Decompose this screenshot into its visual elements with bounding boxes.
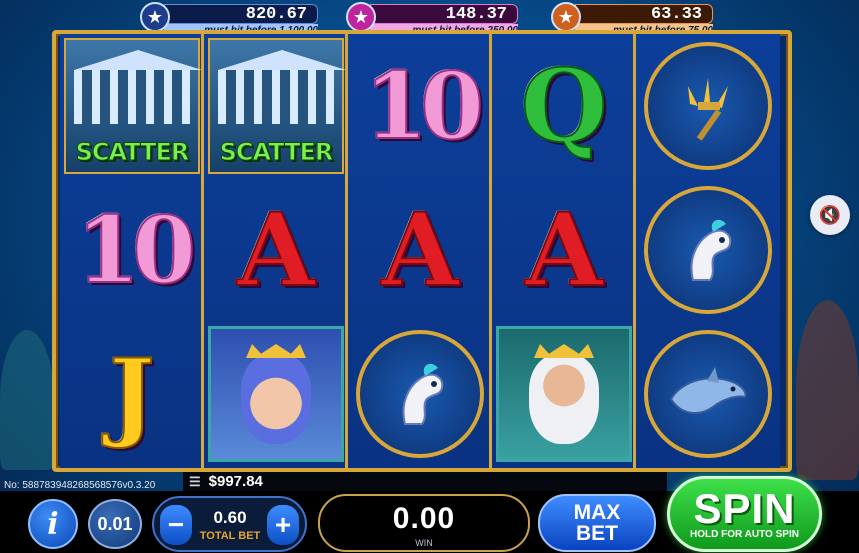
symbol-jack: J [60, 322, 204, 466]
symbol-scatter: SCATTER [60, 34, 204, 178]
symbol-poseidon [492, 322, 636, 466]
spin-label: SPIN [693, 484, 796, 532]
total-bet-label: TOTAL BET [199, 530, 261, 542]
symbol-value: A [524, 190, 604, 310]
reel-grid: SCATTER 10 J SCATTER A 10 A Q A [52, 30, 792, 472]
scatter-label: SCATTER [75, 138, 190, 167]
symbol-seahorse [348, 322, 492, 466]
balance-bar: ☰ $997.84 [183, 472, 667, 491]
max-bet-button[interactable]: MAX BET [538, 494, 656, 552]
symbol-ten: 10 [60, 178, 204, 322]
win-value: 0.00 [392, 502, 456, 535]
jackpot-blue-value: 820.67 [164, 4, 318, 24]
coin-value: 0.01 [97, 513, 133, 534]
temple-icon: SCATTER [208, 38, 346, 174]
jackpot-pink-value: 148.37 [370, 4, 518, 24]
star-icon: ★ [140, 2, 170, 32]
sound-toggle-button[interactable]: 🔇 [810, 195, 850, 235]
symbol-ace: A [204, 178, 348, 322]
star-icon: ★ [551, 2, 581, 32]
symbol-value: A [380, 190, 460, 310]
symbol-ace: A [492, 178, 636, 322]
symbol-value: Q [519, 46, 608, 166]
symbol-scatter: SCATTER [204, 34, 348, 178]
trident-icon [644, 42, 772, 170]
win-display: 0.00 WIN [318, 494, 530, 552]
reel-5 [636, 34, 780, 468]
max-bet-label-line1: MAX [573, 501, 621, 524]
coin-stack-icon: ☰ [189, 473, 201, 489]
reel-4: Q A [492, 34, 636, 468]
reel-3: 10 A [348, 34, 492, 468]
scatter-label: SCATTER [219, 138, 334, 167]
info-button[interactable]: i [28, 499, 78, 549]
coral-right-decor [796, 300, 859, 480]
total-bet-control: − 0.60 TOTAL BET + [152, 496, 307, 552]
star-icon: ★ [346, 2, 376, 32]
max-bet-label-line2: BET [576, 522, 618, 545]
symbol-value: 10 [363, 51, 485, 161]
plus-icon: + [274, 509, 292, 540]
mute-icon: 🔇 [818, 204, 842, 225]
seahorse-icon [356, 330, 484, 458]
symbol-dolphin [636, 322, 780, 466]
temple-icon: SCATTER [64, 38, 202, 174]
symbol-ace: A [348, 178, 492, 322]
symbol-trident [636, 34, 780, 178]
goddess-icon [208, 326, 344, 462]
balance-value: $997.84 [208, 473, 263, 490]
increase-bet-button[interactable]: + [267, 505, 299, 545]
decrease-bet-button[interactable]: − [160, 505, 192, 545]
coin-value-button[interactable]: 0.01 [88, 499, 142, 549]
info-icon: i [47, 506, 59, 542]
symbol-seahorse [636, 178, 780, 322]
game-id: No: 5887839482685685​76v0.3.20 [4, 480, 156, 491]
spin-button[interactable]: SPIN HOLD FOR AUTO SPIN [667, 476, 822, 552]
symbol-value: A [236, 190, 316, 310]
poseidon-icon [496, 326, 632, 462]
symbol-value: 10 [75, 195, 197, 305]
symbol-queen: Q [492, 34, 636, 178]
reel-1: SCATTER 10 J [60, 34, 204, 468]
minus-icon: − [167, 509, 185, 540]
reel-2: SCATTER A [204, 34, 348, 468]
win-label: WIN [415, 538, 433, 548]
dolphin-icon [644, 330, 772, 458]
seahorse-icon [644, 186, 772, 314]
symbol-goddess [204, 322, 348, 466]
symbol-value: J [108, 337, 155, 452]
spin-hint: HOLD FOR AUTO SPIN [690, 528, 799, 540]
jackpot-orange-value: 63.33 [575, 4, 713, 24]
total-bet-value: 0.60 [213, 508, 247, 527]
coral-left-decor [0, 330, 54, 470]
symbol-ten: 10 [348, 34, 492, 178]
